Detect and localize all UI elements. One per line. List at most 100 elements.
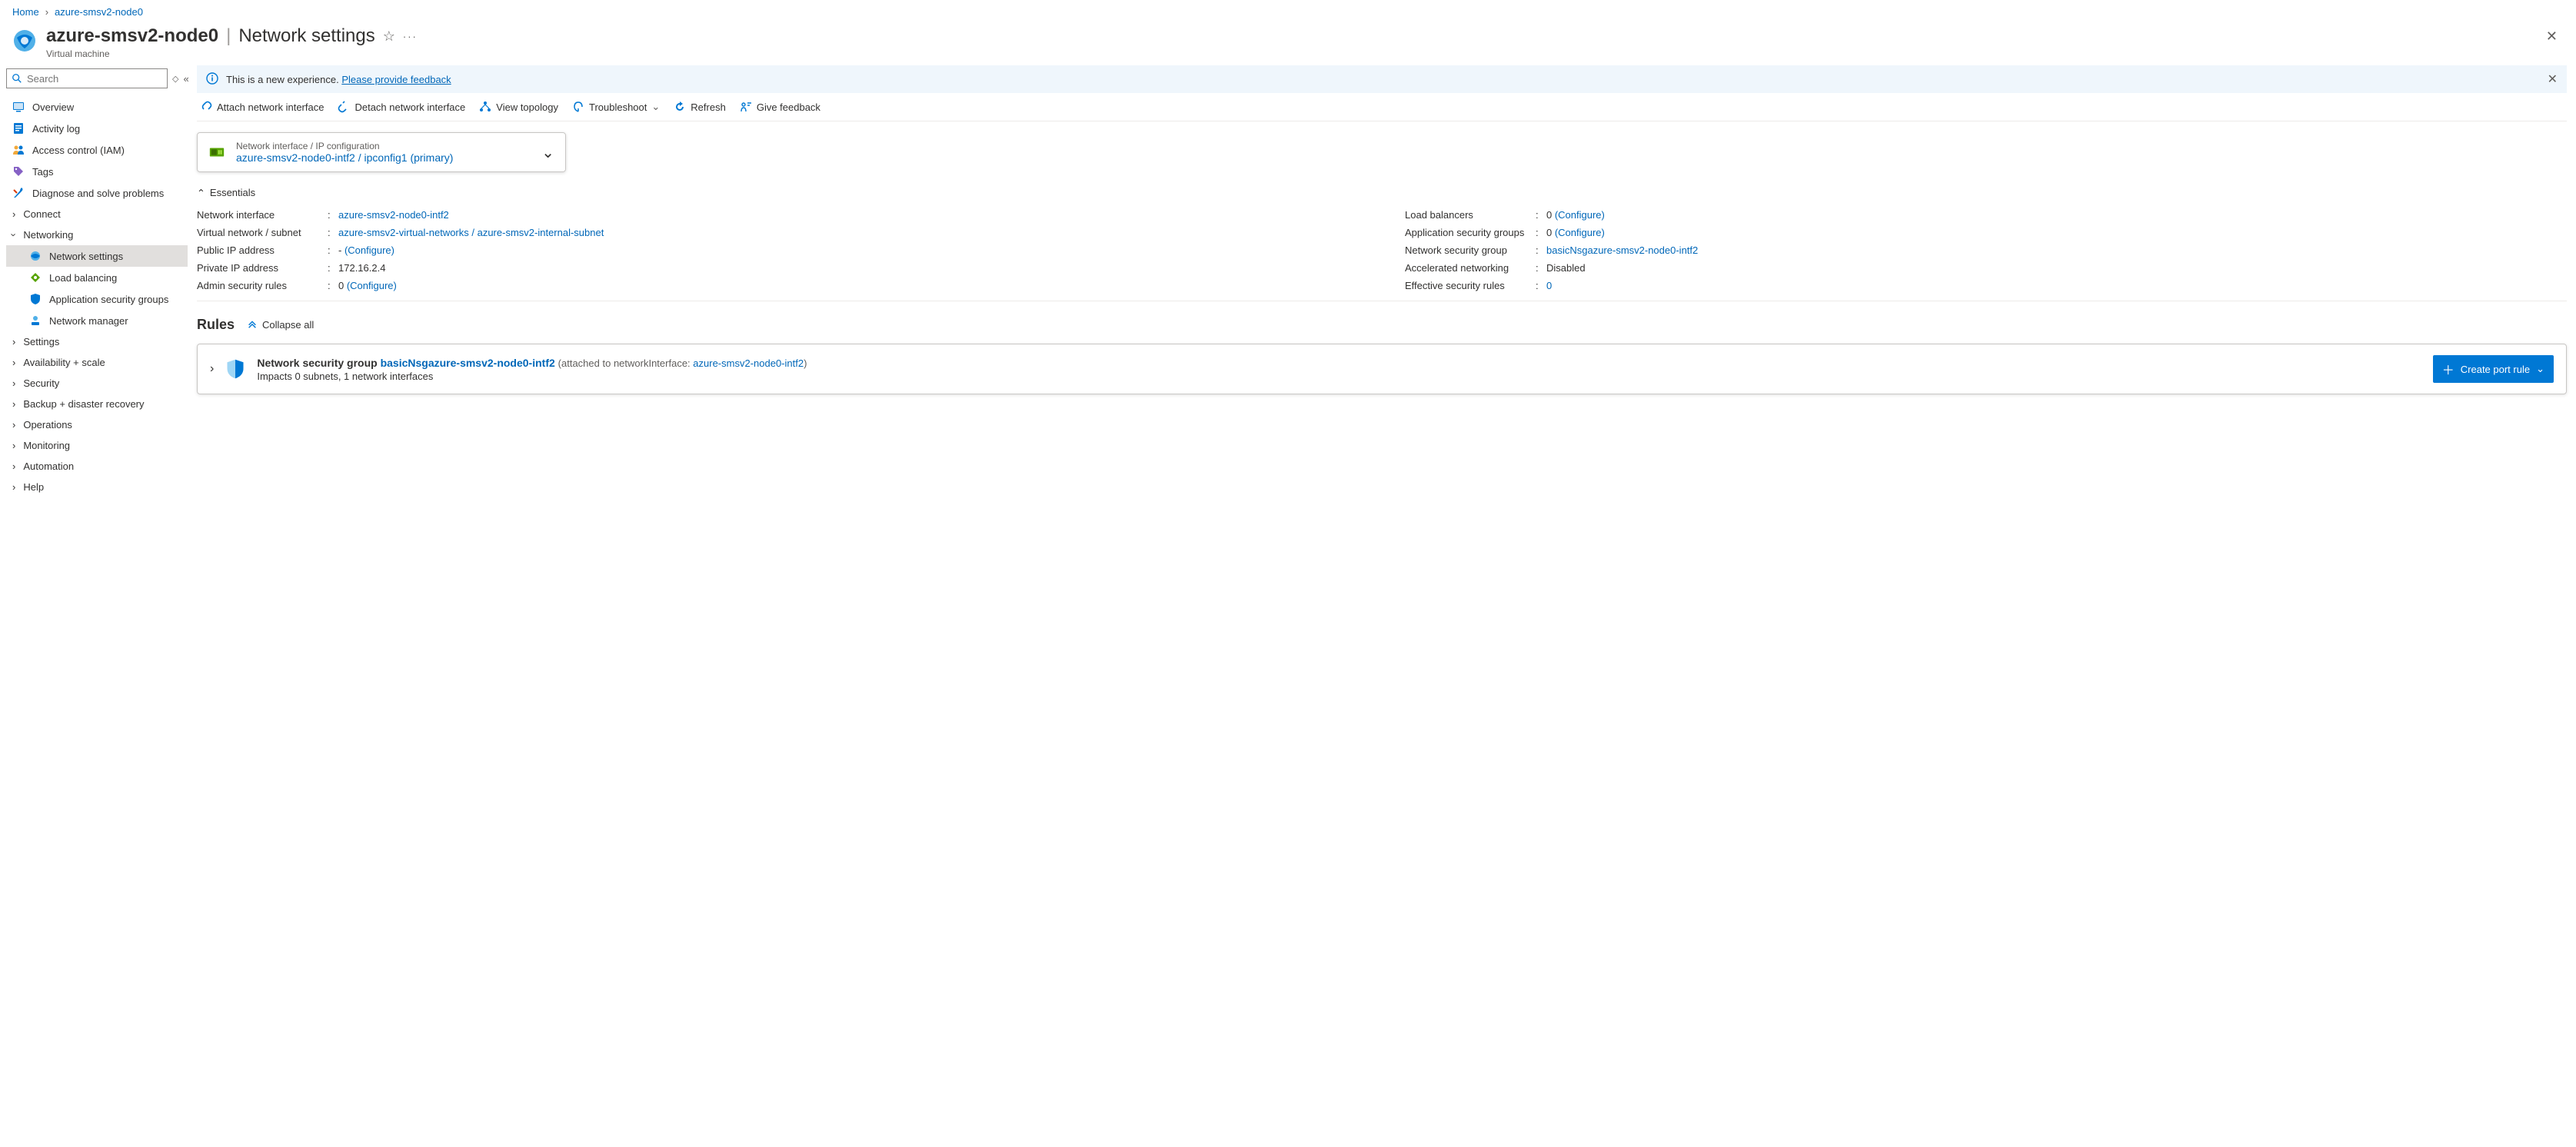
sidebar-item-load-balancing[interactable]: Load balancing	[6, 267, 188, 288]
favorite-star-icon[interactable]: ☆	[383, 28, 395, 45]
essentials-row-asg: Application security groups : 0 (Configu…	[1405, 224, 2567, 241]
monitor-icon	[12, 101, 25, 113]
search-icon	[12, 73, 22, 84]
troubleshoot-icon	[572, 101, 584, 113]
ess-label: Load balancers	[1405, 209, 1536, 221]
toolbar-troubleshoot[interactable]: Troubleshoot ⌄	[572, 101, 660, 113]
essentials-row-eff-rules: Effective security rules : 0	[1405, 277, 2567, 294]
title-separator: |	[226, 25, 231, 47]
breadcrumb-separator: ›	[45, 6, 48, 18]
sidebar-label: Availability + scale	[23, 357, 105, 368]
sidebar-item-automation[interactable]: › Automation	[6, 456, 188, 477]
ess-value-text: -	[338, 244, 344, 256]
toolbar: Attach network interface Detach network …	[197, 93, 2567, 121]
collapse-all-icon	[247, 318, 258, 331]
sidebar-item-diagnose[interactable]: Diagnose and solve problems	[6, 182, 188, 204]
sidebar-item-overview[interactable]: Overview	[6, 96, 188, 118]
nic-selector-card[interactable]: Network interface / IP configuration azu…	[197, 132, 566, 172]
sidebar-item-help[interactable]: › Help	[6, 477, 188, 497]
more-icon[interactable]: ···	[403, 31, 418, 42]
sidebar-label: Access control (IAM)	[32, 145, 125, 156]
ess-label: Public IP address	[197, 244, 328, 256]
nic-icon	[208, 144, 225, 161]
create-button-label: Create port rule	[2461, 364, 2530, 375]
toolbar-label: Attach network interface	[217, 101, 324, 113]
sidebar-item-asg[interactable]: Application security groups	[6, 288, 188, 310]
sidebar-item-connect[interactable]: › Connect	[6, 204, 188, 224]
sidebar-item-operations[interactable]: › Operations	[6, 414, 188, 435]
toolbar-detach-nic[interactable]: Detach network interface	[338, 101, 465, 113]
sidebar-item-access-control[interactable]: Access control (IAM)	[6, 139, 188, 161]
ess-label: Application security groups	[1405, 227, 1536, 238]
toolbar-attach-nic[interactable]: Attach network interface	[200, 101, 324, 113]
ess-label: Private IP address	[197, 262, 328, 274]
sidebar-search[interactable]	[6, 68, 168, 88]
sidebar-item-activity-log[interactable]: Activity log	[6, 118, 188, 139]
sidebar-item-backup[interactable]: › Backup + disaster recovery	[6, 394, 188, 414]
info-icon	[206, 72, 218, 87]
ess-link-vnet-subnet[interactable]: azure-smsv2-virtual-networks / azure-sms…	[338, 227, 604, 238]
sidebar-item-security[interactable]: › Security	[6, 373, 188, 394]
ess-link-configure-lb[interactable]: (Configure)	[1555, 209, 1605, 221]
banner-close-icon[interactable]: ✕	[2548, 71, 2558, 87]
chevron-down-icon: ⌄	[541, 143, 554, 162]
sidebar-label: Monitoring	[23, 440, 70, 451]
page-title: Network settings	[238, 25, 374, 47]
sidebar-item-availability[interactable]: › Availability + scale	[6, 352, 188, 373]
nsg-link[interactable]: basicNsgazure-smsv2-node0-intf2	[381, 357, 555, 369]
essentials-toggle[interactable]: ⌄ Essentials	[197, 186, 2567, 198]
sidebar-item-tags[interactable]: Tags	[6, 161, 188, 182]
expand-search-icon[interactable]: ◇	[172, 74, 178, 84]
chevron-right-icon: ›	[12, 460, 15, 472]
chevron-down-icon: ⌄	[2536, 363, 2544, 375]
info-banner: This is a new experience. Please provide…	[197, 65, 2567, 93]
breadcrumb-home[interactable]: Home	[12, 6, 39, 18]
chevron-right-icon: ›	[12, 440, 15, 451]
chevron-right-icon: ›	[12, 377, 15, 389]
ess-link-nsg[interactable]: basicNsgazure-smsv2-node0-intf2	[1546, 244, 1698, 256]
collapse-all-label: Collapse all	[262, 319, 314, 331]
sidebar-item-network-manager[interactable]: Network manager	[6, 310, 188, 331]
breadcrumb-resource[interactable]: azure-smsv2-node0	[55, 6, 143, 18]
sidebar-label: Automation	[23, 460, 74, 472]
sidebar-item-networking[interactable]: › Networking	[6, 224, 188, 245]
sidebar-item-monitoring[interactable]: › Monitoring	[6, 435, 188, 456]
sidebar-item-settings[interactable]: › Settings	[6, 331, 188, 352]
nsg-attach-prefix: (attached to networkInterface:	[558, 357, 691, 369]
toolbar-give-feedback[interactable]: Give feedback	[740, 101, 820, 113]
nsg-impacts: Impacts 0 subnets, 1 network interfaces	[257, 371, 807, 382]
ess-link-configure-public-ip[interactable]: (Configure)	[344, 244, 394, 256]
ess-value-accel-net: Disabled	[1546, 262, 1586, 274]
essentials-title: Essentials	[210, 187, 255, 198]
sidebar-label: Diagnose and solve problems	[32, 188, 164, 199]
banner-feedback-link[interactable]: Please provide feedback	[341, 74, 451, 85]
main-content: This is a new experience. Please provide…	[188, 65, 2576, 513]
chevron-right-icon[interactable]: ›	[210, 362, 214, 376]
ess-link-configure-admin-rules[interactable]: (Configure)	[347, 280, 397, 291]
sidebar-item-network-settings[interactable]: Network settings	[6, 245, 188, 267]
chevron-down-icon: ⌄	[651, 101, 660, 113]
ess-link-configure-asg[interactable]: (Configure)	[1555, 227, 1605, 238]
plus-icon: ＋	[2442, 360, 2455, 378]
close-icon[interactable]: ✕	[2540, 25, 2564, 48]
collapse-all-button[interactable]: Collapse all	[247, 318, 314, 331]
sidebar-label: Networking	[23, 229, 73, 241]
essentials-row-accel-net: Accelerated networking : Disabled	[1405, 259, 2567, 277]
toolbar-view-topology[interactable]: View topology	[479, 101, 558, 113]
ess-label: Accelerated networking	[1405, 262, 1536, 274]
refresh-icon	[674, 101, 686, 113]
sidebar-label: Application security groups	[49, 294, 168, 305]
create-port-rule-button[interactable]: ＋ Create port rule ⌄	[2433, 355, 2554, 383]
toolbar-refresh[interactable]: Refresh	[674, 101, 726, 113]
chevron-right-icon: ›	[12, 208, 15, 220]
nsg-attached-nic-link[interactable]: azure-smsv2-node0-intf2	[693, 357, 804, 369]
ess-value-text: 0	[1546, 209, 1555, 221]
sidebar-search-input[interactable]	[27, 73, 162, 85]
sidebar-label: Load balancing	[49, 272, 117, 284]
sidebar-label: Security	[23, 377, 59, 389]
ess-link-eff-rules[interactable]: 0	[1546, 280, 1552, 291]
chevron-right-icon: ›	[12, 398, 15, 410]
ess-link-network-interface[interactable]: azure-smsv2-node0-intf2	[338, 209, 449, 221]
network-manager-icon	[29, 314, 42, 327]
essentials-row-vnet-subnet: Virtual network / subnet : azure-smsv2-v…	[197, 224, 1359, 241]
